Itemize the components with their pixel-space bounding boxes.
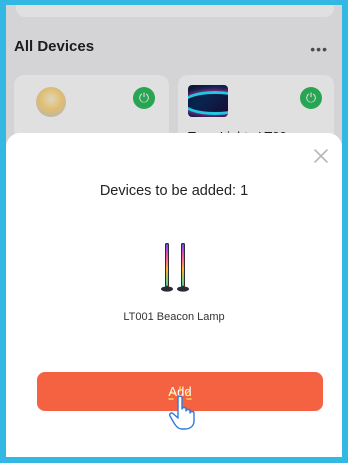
device-name-label: LT001 Beacon Lamp	[123, 311, 225, 323]
add-button[interactable]: Add	[37, 372, 323, 411]
sheet-title: Devices to be added: 1	[99, 183, 249, 199]
app-screen: All Devices ••• ⏻ 猪 ⏻ Tape Lights LT00 D…	[6, 5, 342, 457]
beacon-lamp-image	[161, 243, 189, 292]
add-devices-sheet: Devices to be added: 1 LT001 Beacon Lamp…	[6, 133, 342, 457]
close-icon[interactable]	[312, 147, 330, 165]
